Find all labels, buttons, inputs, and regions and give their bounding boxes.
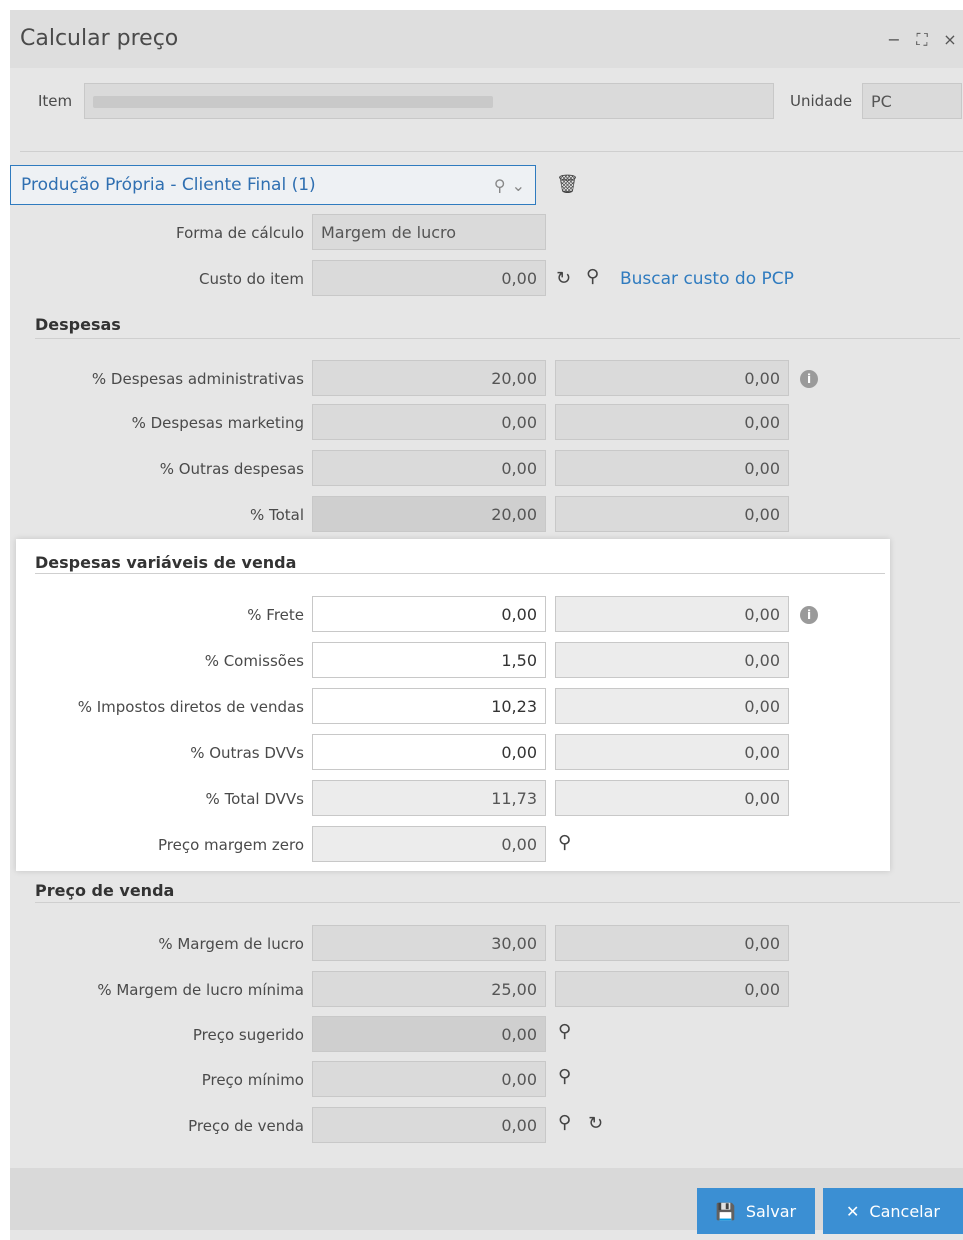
- minimize-icon[interactable]: −: [885, 30, 903, 50]
- sugerido-label: Preço sugerido: [192, 1026, 304, 1044]
- search-icon[interactable]: ⚲: [558, 834, 571, 852]
- comissoes-calc: 0,00: [555, 642, 789, 678]
- dialog-title: Calcular preço: [20, 26, 179, 51]
- maximize-icon[interactable]: ⛶: [913, 30, 931, 50]
- buscar-custo-link[interactable]: Buscar custo do PCP: [620, 269, 794, 289]
- sugerido-field: 0,00: [312, 1016, 546, 1052]
- frete-label: % Frete: [247, 606, 304, 624]
- desp-total-calc: 0,00: [555, 496, 789, 532]
- desp-marketing-field[interactable]: 0,00: [312, 404, 546, 440]
- refresh-icon[interactable]: ↻: [588, 1115, 603, 1133]
- search-icon[interactable]: ⚲: [558, 1068, 571, 1086]
- venda-label: Preço de venda: [188, 1117, 304, 1135]
- item-value-redacted: [93, 96, 493, 108]
- despesas-divider: [35, 338, 960, 339]
- search-icon[interactable]: ⚲: [494, 176, 506, 195]
- save-icon: 💾: [715, 1201, 736, 1221]
- margem-minima-field[interactable]: 25,00: [312, 971, 546, 1007]
- dvv-divider: [35, 573, 885, 574]
- desp-outras-field[interactable]: 0,00: [312, 450, 546, 486]
- margem-calc: 0,00: [555, 925, 789, 961]
- window-controls: − ⛶ ×: [885, 30, 959, 50]
- despesas-title: Despesas: [35, 315, 121, 334]
- item-field[interactable]: [84, 83, 774, 119]
- total-dvv-label: % Total DVVs: [205, 790, 304, 808]
- preco-title: Preço de venda: [35, 881, 175, 900]
- outras-dvv-field[interactable]: 0,00: [312, 734, 546, 770]
- info-icon[interactable]: i: [800, 606, 818, 624]
- desp-marketing-calc: 0,00: [555, 404, 789, 440]
- desp-admin-calc: 0,00: [555, 360, 789, 396]
- unidade-label: Unidade: [790, 92, 853, 110]
- profile-select[interactable]: Produção Própria - Cliente Final (1) ⚲ ⌄: [10, 165, 536, 205]
- item-label: Item: [38, 92, 73, 110]
- desp-total-field: 20,00: [312, 496, 546, 532]
- preco-divider: [35, 902, 960, 903]
- refresh-icon[interactable]: ↻: [556, 270, 571, 288]
- margem-field[interactable]: 30,00: [312, 925, 546, 961]
- cancel-button-label: Cancelar: [869, 1201, 940, 1221]
- frete-field[interactable]: 0,00: [312, 596, 546, 632]
- desp-marketing-label: % Despesas marketing: [131, 414, 304, 432]
- desp-admin-label: % Despesas administrativas: [91, 370, 304, 388]
- search-icon[interactable]: ⚲: [586, 268, 599, 286]
- impostos-label: % Impostos diretos de vendas: [77, 698, 304, 716]
- outras-dvv-label: % Outras DVVs: [190, 744, 304, 762]
- divider: [20, 151, 963, 152]
- custo-field[interactable]: 0,00: [312, 260, 546, 296]
- outras-dvv-calc: 0,00: [555, 734, 789, 770]
- margem-minima-calc: 0,00: [555, 971, 789, 1007]
- forma-label: Forma de cálculo: [176, 224, 304, 242]
- search-icon[interactable]: ⚲: [558, 1114, 571, 1132]
- dvv-title: Despesas variáveis de venda: [35, 553, 297, 572]
- margem-minima-label: % Margem de lucro mínima: [97, 981, 304, 999]
- minimo-label: Preço mínimo: [201, 1071, 304, 1089]
- trash-icon[interactable]: 🗑: [556, 176, 579, 194]
- margem-label: % Margem de lucro: [158, 935, 304, 953]
- total-dvv-field: 11,73: [312, 780, 546, 816]
- desp-admin-field[interactable]: 20,00: [312, 360, 546, 396]
- margem-zero-label: Preço margem zero: [158, 836, 304, 854]
- info-icon[interactable]: i: [800, 370, 818, 388]
- unidade-field[interactable]: PC: [862, 83, 962, 119]
- comissoes-field[interactable]: 1,50: [312, 642, 546, 678]
- forma-field[interactable]: Margem de lucro: [312, 214, 546, 250]
- search-icon[interactable]: ⚲: [558, 1023, 571, 1041]
- chevron-down-icon[interactable]: ⌄: [512, 176, 525, 195]
- close-icon: ✕: [846, 1201, 860, 1221]
- frete-calc: 0,00: [555, 596, 789, 632]
- title-bar: Calcular preço − ⛶ ×: [10, 10, 963, 68]
- impostos-field[interactable]: 10,23: [312, 688, 546, 724]
- minimo-field: 0,00: [312, 1061, 546, 1097]
- custo-label: Custo do item: [199, 270, 304, 288]
- margem-zero-field: 0,00: [312, 826, 546, 862]
- save-button-label: Salvar: [745, 1201, 797, 1221]
- desp-total-label: % Total: [249, 506, 304, 524]
- desp-outras-calc: 0,00: [555, 450, 789, 486]
- venda-field[interactable]: 0,00: [312, 1107, 546, 1143]
- dialog-footer: [10, 1168, 963, 1230]
- save-button[interactable]: 💾 Salvar: [697, 1188, 815, 1234]
- total-dvv-calc: 0,00: [555, 780, 789, 816]
- cancel-button[interactable]: ✕ Cancelar: [823, 1188, 963, 1234]
- profile-select-value: Produção Própria - Cliente Final (1): [21, 175, 316, 195]
- comissoes-label: % Comissões: [204, 652, 304, 670]
- impostos-calc: 0,00: [555, 688, 789, 724]
- close-icon[interactable]: ×: [941, 30, 959, 50]
- desp-outras-label: % Outras despesas: [159, 460, 304, 478]
